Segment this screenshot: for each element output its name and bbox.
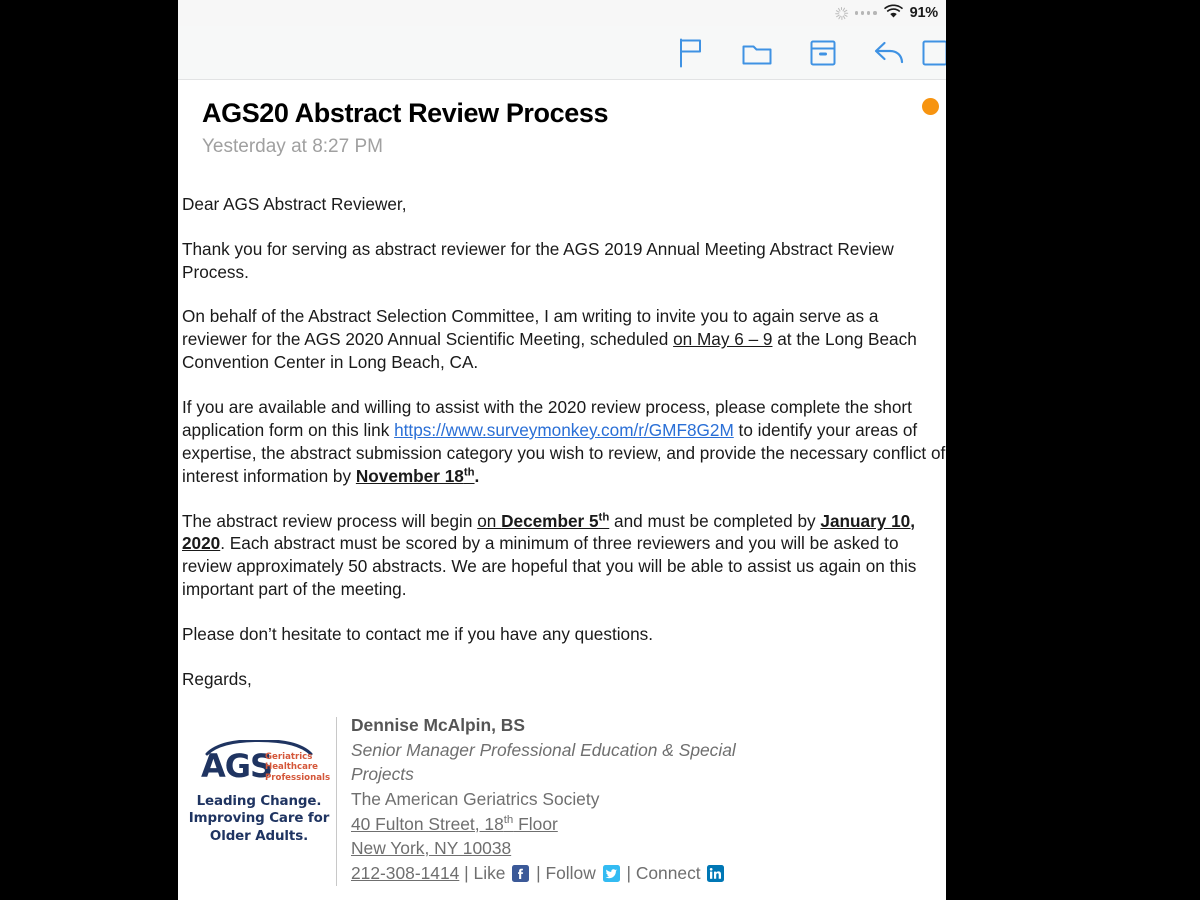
- paragraph-invitation: On behalf of the Abstract Selection Comm…: [182, 305, 946, 374]
- ags-logo-subtext-line-3: Professionals: [265, 772, 331, 783]
- activity-spinner-icon: [834, 6, 848, 20]
- compose-icon: [922, 39, 946, 67]
- facebook-icon[interactable]: [512, 865, 530, 883]
- signature-name: Dennise McAlpin, BS: [351, 714, 525, 735]
- review-start-date-text: December 5: [501, 510, 599, 531]
- signature-address-city: New York, NY 10038: [351, 838, 512, 859]
- review-start-ordinal: th: [598, 510, 610, 523]
- paragraph-5-text: Please don’t hesitate to contact me if y…: [182, 624, 654, 645]
- compose-button[interactable]: [922, 26, 946, 80]
- signature-address-street-text: 40 Fulton Street, 18: [351, 813, 504, 834]
- ags-tagline-line-1: Leading Change.: [196, 793, 322, 809]
- wifi-icon: [883, 4, 903, 23]
- linkedin-icon[interactable]: [707, 865, 725, 883]
- paragraph-1-text: Thank you for serving as abstract review…: [182, 238, 894, 282]
- signature-details: Dennise McAlpin, BS Senior Manager Profe…: [337, 713, 736, 886]
- separator-3: |: [626, 863, 631, 884]
- application-deadline-date: November 18: [355, 465, 464, 486]
- screen: 91% AGS20 Abstract Review Process Yester…: [0, 0, 1200, 900]
- surveymonkey-link[interactable]: https://www.surveymonkey.com/r/GMF8G2M: [394, 420, 734, 440]
- signature-phone[interactable]: 212-308-1414: [351, 863, 459, 883]
- ags-logo-subtext: Geriatrics Healthcare Professionals: [265, 752, 330, 783]
- twitter-icon[interactable]: [602, 865, 620, 883]
- paragraph-closing: Regards,: [182, 668, 946, 691]
- signature-address-ordinal: th: [503, 813, 514, 826]
- closing-text: Regards,: [182, 668, 252, 689]
- review-start-date: December 5th: [501, 511, 609, 531]
- application-deadline-ordinal: th: [463, 465, 475, 478]
- signature-social-row: 212-308-1414 | Like | Follow | Connect: [351, 861, 736, 886]
- reply-arrow-icon: [873, 39, 905, 67]
- signal-dots-icon: [854, 11, 877, 15]
- page-title: AGS20 Abstract Review Process: [202, 98, 609, 128]
- ags-logo: AGS Geriatrics Healthcare Professionals …: [186, 713, 332, 845]
- linkedin-connect-label[interactable]: Connect: [636, 863, 701, 883]
- ags-tagline-line-3: Older Adults.: [209, 828, 309, 844]
- folder-icon: [742, 40, 772, 66]
- ags-logo-subtext-line-2: Healthcare: [265, 762, 318, 773]
- signature-address-street-suffix: Floor: [513, 813, 558, 834]
- battery-percentage: 91%: [909, 4, 939, 21]
- paragraph-3-text-c: .: [474, 465, 480, 486]
- signature-job-title-line-2: Projects: [351, 764, 414, 785]
- separator-1: |: [464, 863, 469, 884]
- ags-logo-mark: AGS Geriatrics Healthcare Professionals: [193, 738, 330, 787]
- paragraph-4-text-c: . Each abstract must be scored by a mini…: [182, 533, 917, 600]
- flag-icon: [678, 38, 704, 68]
- unread-status-dot[interactable]: [922, 98, 939, 115]
- ags-tagline-line-2: Improving Care for: [188, 811, 330, 827]
- paragraph-salutation: Dear AGS Abstract Reviewer,: [182, 193, 946, 216]
- flag-button[interactable]: [658, 26, 724, 80]
- paragraph-review-schedule: The abstract review process will begin o…: [182, 510, 946, 602]
- ags-logo-acronym: AGS: [201, 746, 273, 785]
- paragraph-thanks: Thank you for serving as abstract review…: [182, 238, 946, 284]
- meeting-dates: on May 6 – 9: [673, 329, 773, 350]
- archive-button[interactable]: [790, 26, 856, 80]
- status-bar: 91%: [178, 0, 946, 26]
- facebook-like-label[interactable]: Like: [474, 863, 506, 883]
- signature-address-street: 40 Fulton Street, 18th Floor: [351, 812, 736, 837]
- paragraph-4-text-b: and must be completed by: [609, 510, 821, 531]
- reply-button[interactable]: [856, 26, 922, 80]
- signature-job-title-line-1: Senior Manager Professional Education & …: [351, 739, 736, 760]
- separator-2: |: [536, 863, 541, 884]
- paragraph-4-text-a: The abstract review process will begin: [182, 510, 478, 531]
- move-to-folder-button[interactable]: [724, 26, 790, 80]
- message-body: Dear AGS Abstract Reviewer, Thank you fo…: [178, 159, 946, 886]
- signature-job-title: Senior Manager Professional Education & …: [351, 738, 736, 787]
- ags-logo-subtext-line-1: Geriatrics: [265, 751, 313, 762]
- message-header: AGS20 Abstract Review Process Yesterday …: [178, 80, 946, 159]
- signature-organization: The American Geriatrics Society: [351, 788, 600, 809]
- message-timestamp: Yesterday at 8:27 PM: [202, 136, 383, 158]
- email-signature: AGS Geriatrics Healthcare Professionals …: [182, 713, 946, 886]
- paragraph-contact: Please don’t hesitate to contact me if y…: [182, 623, 946, 646]
- status-indicators: 91%: [834, 4, 939, 23]
- archive-box-icon: [809, 39, 837, 67]
- application-deadline: November 18th: [356, 466, 475, 486]
- twitter-follow-label[interactable]: Follow: [546, 863, 596, 883]
- email-viewer-panel: 91% AGS20 Abstract Review Process Yester…: [178, 0, 946, 900]
- ags-logo-tagline: Leading Change. Improving Care for Older…: [186, 793, 332, 845]
- salutation-text: Dear AGS Abstract Reviewer,: [182, 193, 407, 214]
- review-start-prefix: on: [477, 510, 502, 531]
- message-toolbar: [178, 26, 946, 80]
- paragraph-application: If you are available and willing to assi…: [182, 396, 946, 488]
